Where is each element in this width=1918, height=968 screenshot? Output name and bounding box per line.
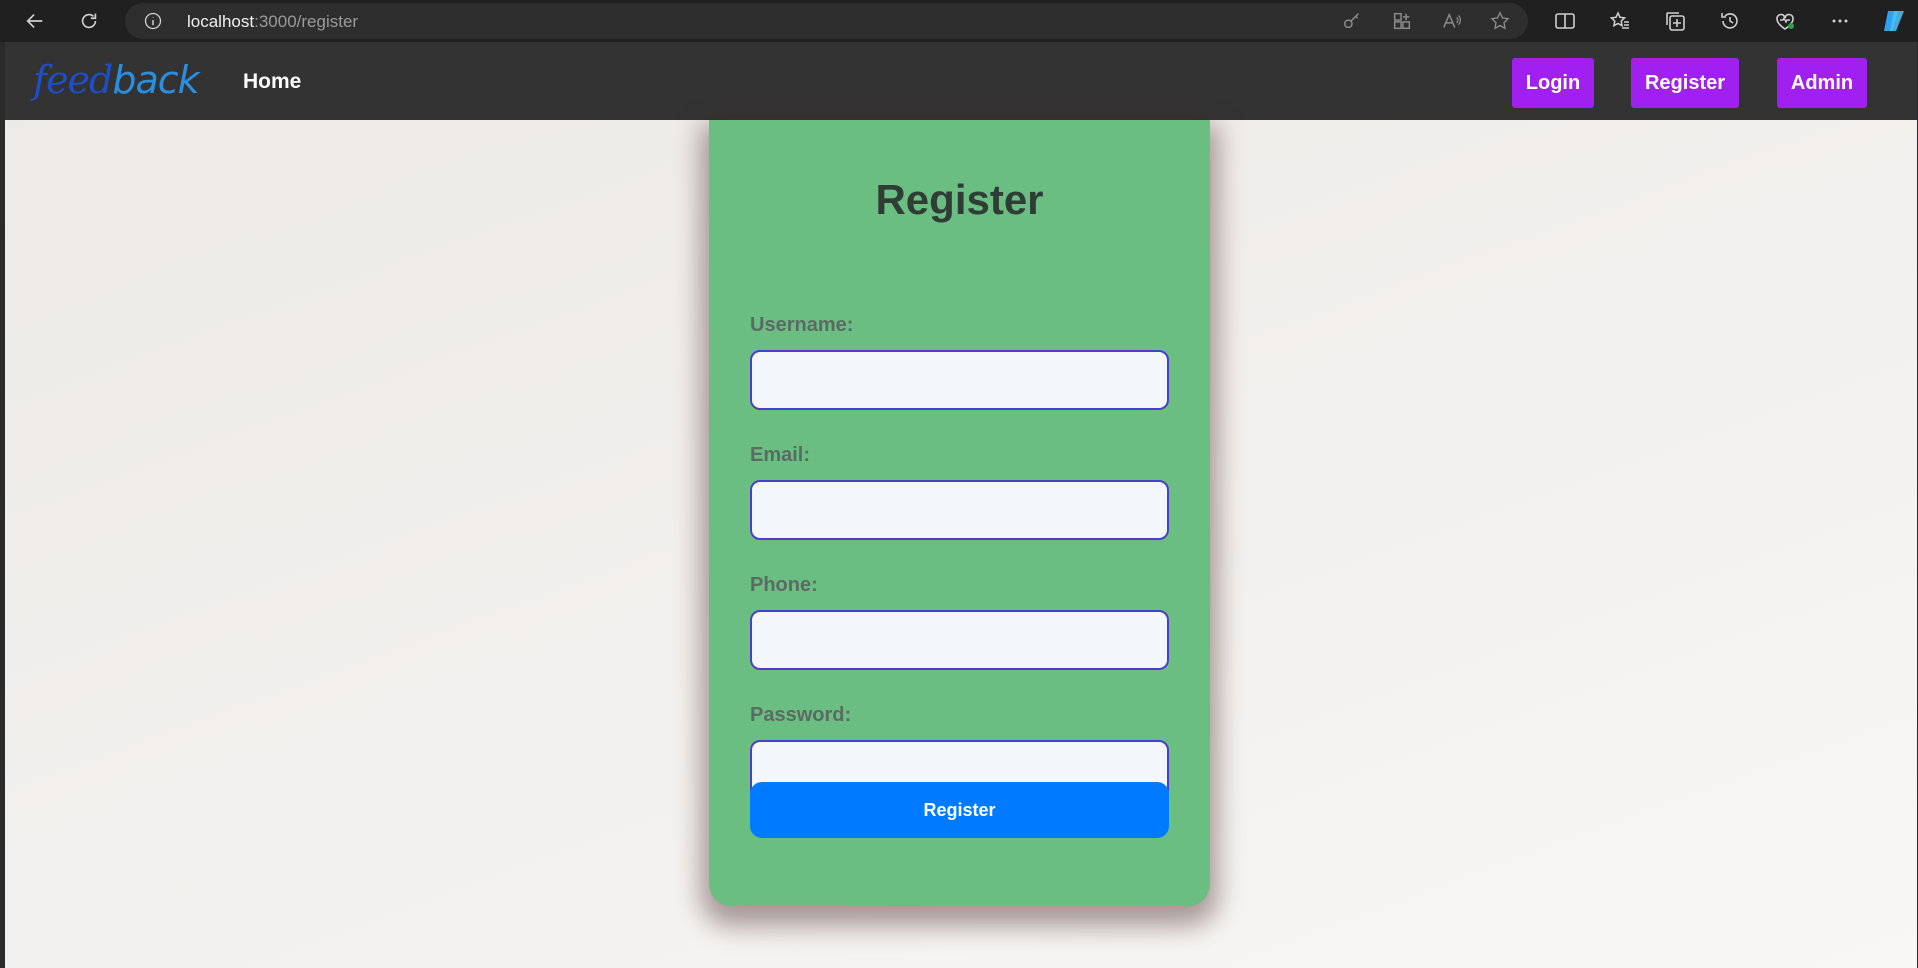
username-label: Username: — [750, 314, 854, 336]
collections-icon[interactable] — [1663, 9, 1687, 33]
admin-button[interactable]: Admin — [1777, 58, 1867, 108]
info-icon[interactable] — [143, 11, 163, 31]
site-header: feedback Home Login Register Admin — [5, 42, 1917, 120]
register-submit-button[interactable]: Register — [750, 782, 1169, 838]
history-icon[interactable] — [1718, 9, 1742, 33]
site-logo[interactable]: feedback — [33, 58, 200, 102]
login-button[interactable]: Login — [1512, 58, 1594, 108]
register-title: Register — [875, 176, 1044, 223]
page-viewport: feedback Home Login Register Admin Regis… — [5, 42, 1917, 968]
copilot-icon[interactable] — [1880, 7, 1908, 35]
apps-icon[interactable] — [1391, 10, 1413, 32]
key-icon[interactable] — [1341, 10, 1363, 32]
reload-icon — [81, 13, 97, 29]
browser-toolbar: localhost:3000/register — [0, 0, 1918, 42]
url-text[interactable]: localhost:3000/register — [187, 12, 358, 32]
logo-feed-text: feed — [33, 58, 113, 102]
reload-button[interactable] — [71, 3, 107, 39]
nav-home-link[interactable]: Home — [243, 70, 301, 94]
browser-essentials-icon[interactable] — [1773, 9, 1797, 33]
address-bar[interactable]: localhost:3000/register — [125, 3, 1528, 39]
logo-back-text: back — [112, 58, 199, 102]
arrow-left-icon — [26, 13, 43, 29]
email-input[interactable] — [750, 480, 1169, 540]
username-input[interactable] — [750, 350, 1169, 410]
password-label: Password: — [750, 704, 852, 726]
back-button[interactable] — [17, 3, 53, 39]
phone-label: Phone: — [750, 574, 818, 596]
register-nav-button[interactable]: Register — [1631, 58, 1739, 108]
more-options-icon[interactable] — [1828, 9, 1852, 33]
favorite-star-icon[interactable] — [1489, 10, 1511, 32]
favorites-icon[interactable] — [1608, 9, 1632, 33]
url-path: :3000/register — [254, 12, 359, 31]
email-label: Email: — [750, 444, 811, 466]
split-screen-icon[interactable] — [1553, 9, 1577, 33]
read-aloud-icon[interactable] — [1441, 10, 1463, 32]
phone-input[interactable] — [750, 610, 1169, 670]
register-card: Register Username: Email: Phone: Passwor… — [709, 120, 1210, 906]
url-host: localhost — [187, 12, 255, 31]
